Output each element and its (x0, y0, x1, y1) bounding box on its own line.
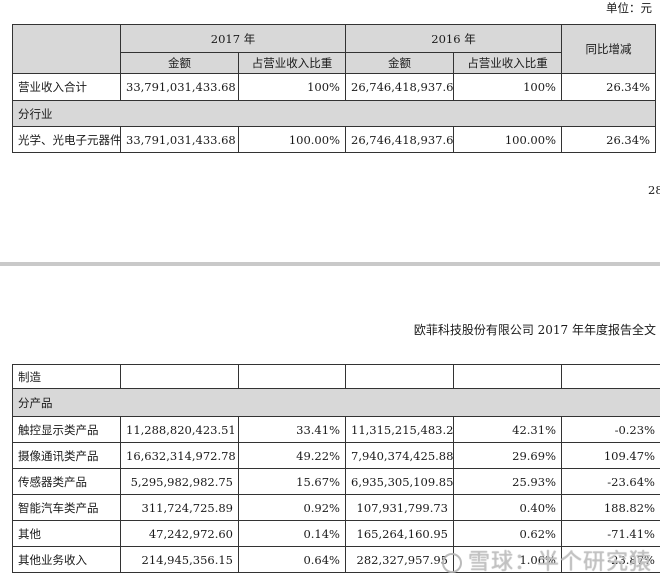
amount-2017: 33,791,031,433.68 (120, 73, 239, 101)
amount-2016: 7,940,374,425.88 (345, 442, 454, 469)
table-row-total: 营业收入合计 33,791,031,433.68 100% 26,746,418… (12, 73, 656, 101)
amount-2017: 311,724,725.89 (120, 494, 239, 521)
row-label: 营业收入合计 (12, 73, 121, 101)
product-revenue-table: 制造 分产品 触控显示类产品 11,288,820,423.51 33.41% 11,… (12, 364, 660, 573)
yoy-change: -23.64% (561, 468, 660, 495)
snowball-logo-icon (442, 553, 462, 573)
ratio-2017: 0.64% (238, 546, 346, 573)
ratio-2016: 0.40% (453, 494, 562, 521)
amount-2016: 11,315,215,483.25 (345, 416, 454, 443)
ratio-2017: 15.67% (238, 468, 346, 495)
table-row: 其他 47,242,972.60 0.14% 165,264,160.95 0.62% -… (12, 520, 660, 547)
revenue-summary-table: 2017 年 2016 年 同比增减 金额 占营业收入比重 金额 占营业收入比重… (12, 24, 656, 153)
ratio-2017: 0.14% (238, 520, 346, 547)
amount-2016: 165,264,160.95 (345, 520, 454, 547)
ratio-2017: 0.92% (238, 494, 346, 521)
ratio-2016: 100% (453, 73, 562, 101)
amount-2016: 26,746,418,937.61 (345, 73, 454, 101)
amount-2016: 107,931,799.73 (345, 494, 454, 521)
row-label: 其他 (12, 520, 121, 547)
header-ratio-2017: 占营业收入比重 (238, 52, 346, 74)
watermark: 雪球：半个研究猿 (442, 548, 660, 578)
table-row: 智能汽车类产品 311,724,725.89 0.92% 107,931,799.73… (12, 494, 660, 521)
row-label: 触控显示类产品 (12, 416, 121, 443)
empty-cell (561, 364, 660, 389)
yoy-change: -71.41% (561, 520, 660, 547)
amount-2017: 16,632,314,972.78 (120, 442, 239, 469)
amount-2017: 5,295,982,982.75 (120, 468, 239, 495)
amount-2017: 33,791,031,433.68 (120, 126, 239, 153)
section-row-industry: 分行业 (12, 100, 656, 127)
header-yoy: 同比增减 (561, 24, 656, 74)
empty-cell (238, 364, 346, 389)
report-header: 欧菲科技股份有限公司 2017 年年度报告全文 (413, 323, 656, 337)
ratio-2016: 0.62% (453, 520, 562, 547)
page-number: 28 (648, 183, 660, 197)
row-label: 摄像通讯类产品 (12, 442, 121, 469)
header-amount-2016: 金额 (345, 52, 454, 74)
ratio-2017: 100.00% (238, 126, 346, 153)
page-divider (0, 262, 660, 266)
ratio-2017: 100% (238, 73, 346, 101)
section-label: 分行业 (12, 100, 656, 127)
row-label: 智能汽车类产品 (12, 494, 121, 521)
header-year-2016: 2016 年 (345, 24, 562, 53)
yoy-change: 109.47% (561, 442, 660, 469)
amount-2016: 26,746,418,937.61 (345, 126, 454, 153)
amount-2016: 282,327,957.95 (345, 546, 454, 573)
amount-2017: 47,242,972.60 (120, 520, 239, 547)
yoy-change: -0.23% (561, 416, 660, 443)
row-label: 光学、光电子元器件 (12, 126, 121, 153)
ratio-2016: 42.31% (453, 416, 562, 443)
watermark-text: 雪球：半个研究猿 (468, 550, 653, 575)
header-amount-2017: 金额 (120, 52, 239, 74)
section-label: 分产品 (12, 388, 660, 417)
table-row: 传感器类产品 5,295,982,982.75 15.67% 6,935,305,10… (12, 468, 660, 495)
yoy-change: 188.82% (561, 494, 660, 521)
ratio-2017: 49.22% (238, 442, 346, 469)
section-row-manufacturing: 制造 (12, 364, 660, 389)
ratio-2016: 25.93% (453, 468, 562, 495)
ratio-2017: 33.41% (238, 416, 346, 443)
yoy-change: 26.34% (561, 73, 656, 101)
table-row: 触控显示类产品 11,288,820,423.51 33.41% 11,315,215… (12, 416, 660, 443)
ratio-2016: 100.00% (453, 126, 562, 153)
amount-2017: 11,288,820,423.51 (120, 416, 239, 443)
table-row: 摄像通讯类产品 16,632,314,972.78 49.22% 7,940,374,… (12, 442, 660, 469)
empty-cell (453, 364, 562, 389)
amount-2016: 6,935,305,109.85 (345, 468, 454, 495)
section-row-product: 分产品 (12, 388, 660, 417)
empty-cell (345, 364, 454, 389)
header-blank-cell (12, 24, 121, 74)
empty-cell (120, 364, 239, 389)
amount-2017: 214,945,356.15 (120, 546, 239, 573)
row-label: 其他业务收入 (12, 546, 121, 573)
unit-label: 单位：元 (606, 1, 652, 15)
header-ratio-2016: 占营业收入比重 (453, 52, 562, 74)
header-year-2017: 2017 年 (120, 24, 346, 53)
section-label: 制造 (12, 364, 121, 389)
yoy-change: 26.34% (561, 126, 656, 153)
header-row-years: 2017 年 2016 年 同比增减 (12, 24, 656, 74)
row-label: 传感器类产品 (12, 468, 121, 495)
ratio-2016: 29.69% (453, 442, 562, 469)
table-row-optics: 光学、光电子元器件 33,791,031,433.68 100.00% 26,7… (12, 126, 656, 153)
